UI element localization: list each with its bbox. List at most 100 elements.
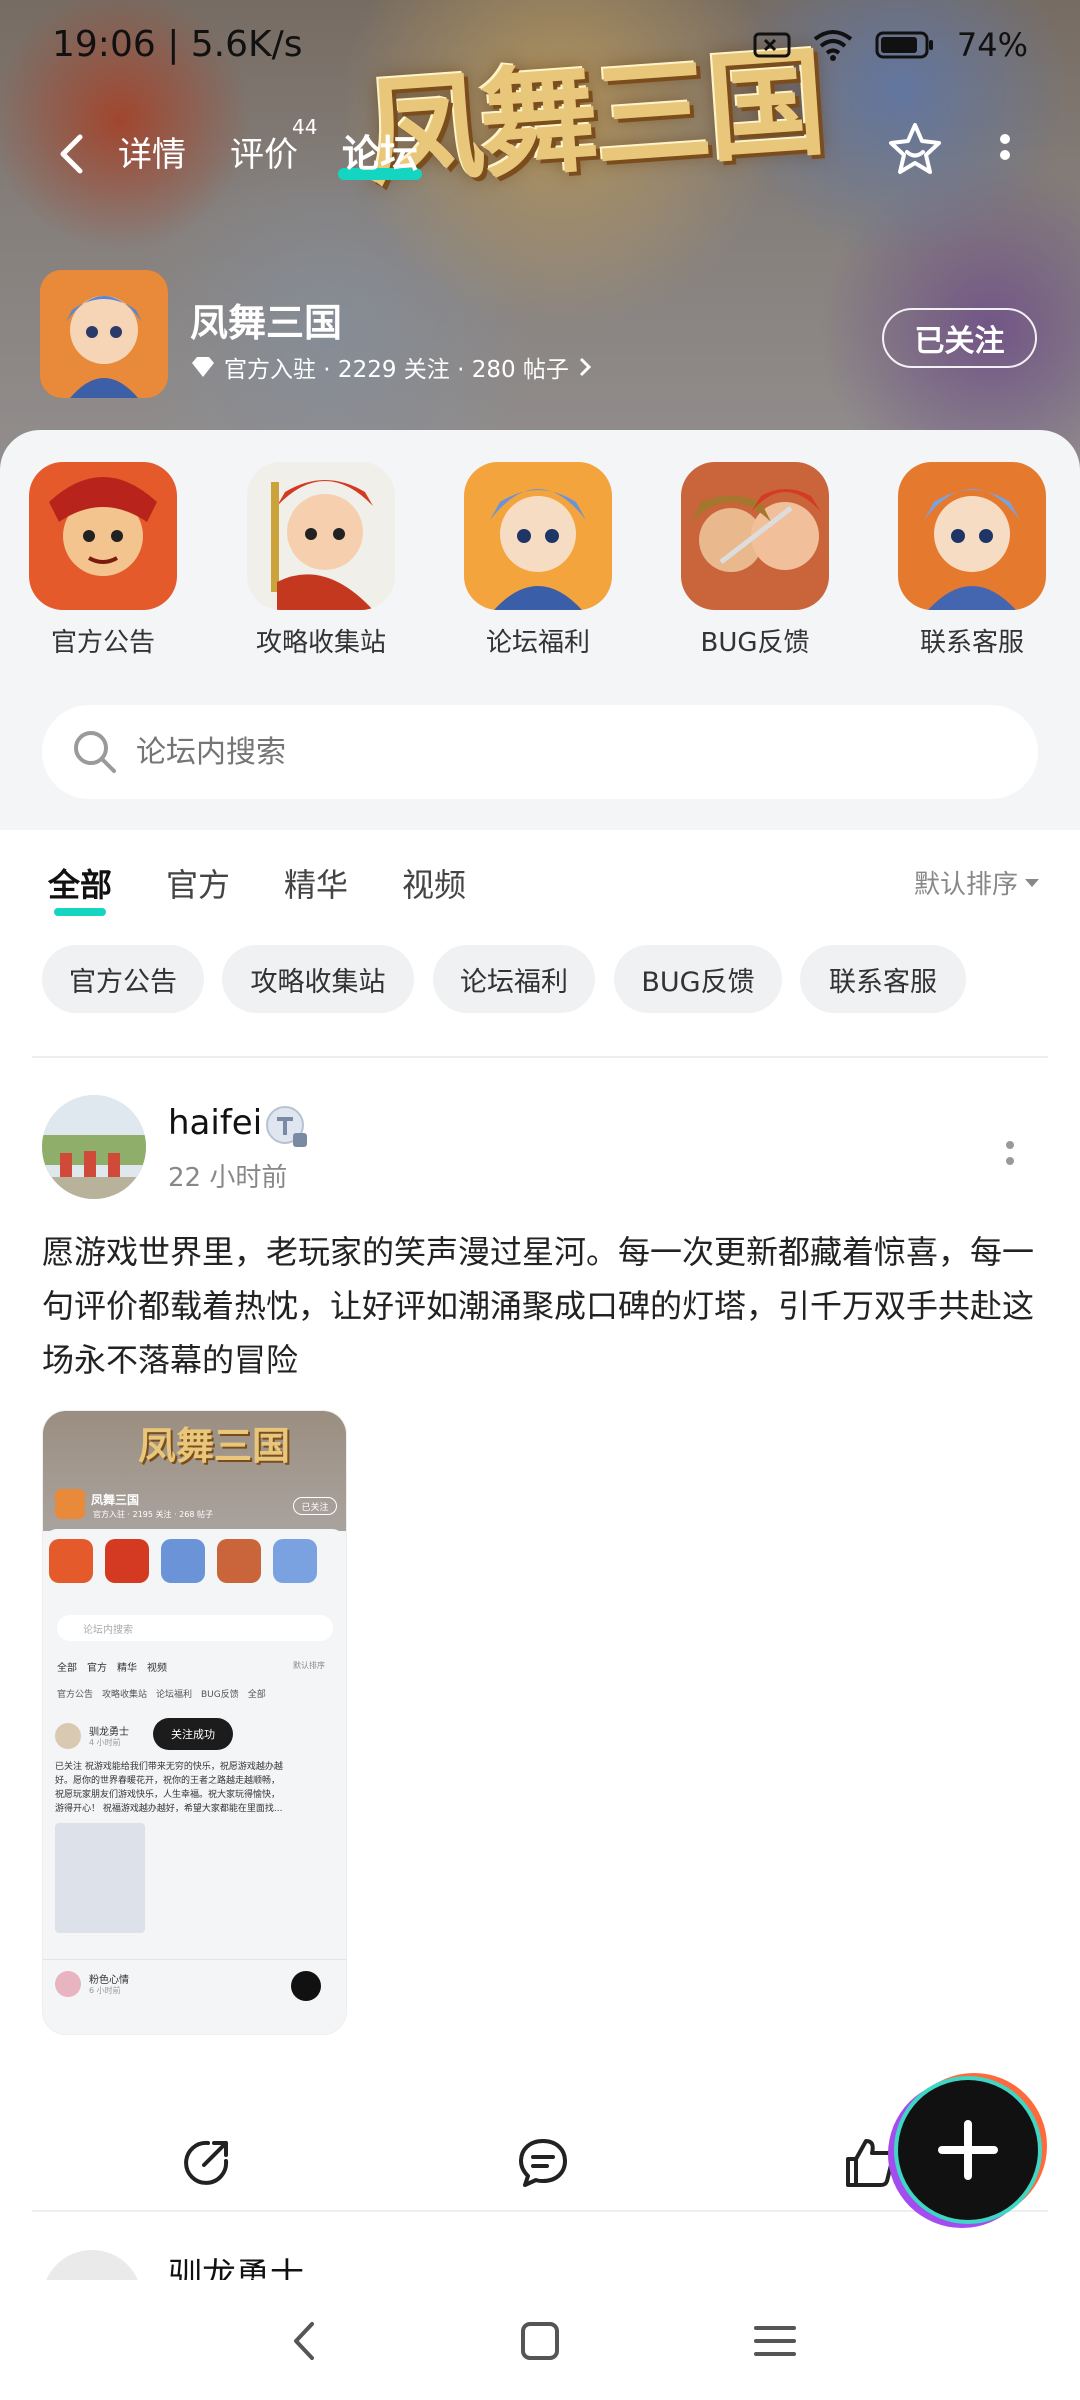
post-more-icon[interactable] [1000, 1135, 1020, 1175]
game-stats-text: 官方入驻 · 2229 关注 · 280 帖子 [224, 357, 569, 383]
thumb-meta: 官方入驻 · 2195 关注 · 268 帖子 [93, 1510, 213, 1519]
post-username[interactable]: haifei [168, 1103, 262, 1143]
thumb-fab [291, 1971, 321, 2001]
status-time: 19:06 | 5.6K/s [52, 24, 303, 65]
system-back-icon[interactable] [280, 2316, 330, 2366]
thumb-nested-image [55, 1823, 145, 1933]
guides-image [247, 462, 395, 610]
thumb-sort: 默认排序 [293, 1661, 325, 1670]
quick-link-bug-report[interactable]: BUG反馈 [680, 462, 830, 659]
chip-guides[interactable]: 攻略收集站 [222, 945, 414, 1013]
system-home-icon[interactable] [515, 2316, 565, 2366]
forum-header-sheet: 官方公告 攻略收集站 论坛福利 BUG反馈 联系客服 [0, 430, 1080, 830]
announcements-image [29, 462, 177, 610]
thumb-search-text: 论坛内搜索 [83, 1625, 133, 1636]
forum-search-box[interactable] [42, 705, 1038, 799]
category-chips: 官方公告 攻略收集站 论坛福利 BUG反馈 联系客服 [0, 945, 1080, 1015]
thumb-user2: 粉色心情 [89, 1975, 129, 1986]
bug-report-image [681, 462, 829, 610]
thumb-title: 凤舞三国 [91, 1493, 140, 1507]
support-image [898, 462, 1046, 610]
thumb-user1: 驯龙勇士 [89, 1727, 129, 1738]
battery-icon [875, 31, 933, 59]
reviews-count-badge: 44 [292, 115, 318, 139]
game-app-icon[interactable] [40, 270, 168, 398]
tab-forum[interactable]: 论坛 [337, 123, 423, 180]
status-bar: 19:06 | 5.6K/s 74% [0, 0, 1080, 95]
thumb-line: 已关注 祝游戏能给我们带来无穷的快乐，祝愿游戏越办越 [55, 1762, 283, 1772]
quick-link-label: 攻略收集站 [255, 628, 386, 658]
post-time: 22 小时前 [168, 1163, 288, 1193]
thumb-time2: 6 小时前 [89, 1986, 121, 1995]
game-info: 凤舞三国 官方入驻 · 2229 关注 · 280 帖子 已关注 [0, 270, 1080, 400]
divider [32, 1056, 1048, 1058]
thumb-toast: 关注成功 [153, 1718, 233, 1750]
thumb-logo: 凤舞三国 [138, 1423, 291, 1468]
user-level-badge-icon [266, 1106, 307, 1147]
quick-link-label: 论坛福利 [485, 628, 590, 658]
next-post-card[interactable]: 驯龙勇士 [0, 2250, 1080, 2280]
more-vertical-icon[interactable] [990, 125, 1020, 181]
divider [32, 2210, 1048, 2212]
filter-tab-video[interactable]: 视频 [402, 860, 466, 906]
chip-benefits[interactable]: 论坛福利 [433, 945, 595, 1013]
thumb-follow: 已关注 [293, 1497, 337, 1515]
create-post-button[interactable] [898, 2080, 1038, 2220]
thumb-line: 祝愿玩家朋友们游戏快乐，人生幸福。祝大家玩得愉快， [55, 1790, 281, 1800]
thumb-chips: 官方公告 攻略收集站 论坛福利 BUG反馈 全部 [57, 1690, 266, 1700]
comment-icon[interactable] [515, 2135, 571, 2191]
thumb-game-icon [55, 1489, 85, 1519]
favorite-star-icon[interactable] [884, 119, 946, 181]
status-icons: 74% [753, 26, 1028, 64]
avatar[interactable] [42, 2250, 142, 2280]
tab-details[interactable]: 详情 [118, 127, 186, 176]
quick-link-guides[interactable]: 攻略收集站 [246, 462, 396, 659]
avatar[interactable] [42, 1095, 146, 1199]
chip-announcements[interactable]: 官方公告 [42, 945, 204, 1013]
game-stats[interactable]: 官方入驻 · 2229 关注 · 280 帖子 [190, 350, 593, 384]
share-icon[interactable] [178, 2135, 234, 2191]
chevron-right-icon [579, 357, 592, 377]
thumb-quick-links [49, 1539, 317, 1583]
thumb-avatar2 [55, 1971, 81, 1997]
tab-reviews[interactable]: 评价 [230, 127, 298, 176]
search-input[interactable] [136, 734, 936, 770]
like-thumb-icon[interactable] [842, 2135, 898, 2191]
filter-tab-all[interactable]: 全部 [48, 860, 112, 916]
system-navigation-bar [0, 2280, 1080, 2400]
thumb-line: 好。愿你的世界春暖花开，祝你的王者之路越走越顺畅， [55, 1776, 281, 1786]
back-arrow-icon[interactable] [48, 129, 98, 179]
sort-dropdown[interactable]: 默认排序 [914, 864, 1040, 901]
quick-link-benefits[interactable]: 论坛福利 [463, 462, 613, 659]
quick-link-support[interactable]: 联系客服 [897, 462, 1047, 659]
filter-tab-featured[interactable]: 精华 [284, 860, 348, 906]
post-content[interactable]: 愿游戏世界里，老玩家的笑声漫过星河。每一次更新都藏着惊喜，每一句评价都载着热忱，… [42, 1225, 1042, 1387]
filter-tab-official[interactable]: 官方 [166, 860, 230, 906]
wifi-icon [813, 30, 853, 61]
search-icon [74, 731, 116, 773]
system-menu-icon[interactable] [750, 2316, 800, 2366]
thumb-line: 游得开心！ 祝福游戏越办越好，希望大家都能在里面找... [55, 1804, 283, 1814]
quick-link-label: 联系客服 [919, 628, 1024, 658]
caret-down-icon [1025, 878, 1039, 887]
quick-link-label: 官方公告 [50, 628, 155, 658]
top-nav: 详情 评价 44 论坛 [0, 115, 1080, 195]
diamond-verified-icon [192, 357, 214, 377]
filter-tabs: 全部 官方 精华 视频 默认排序 [0, 830, 1080, 930]
post-image-screenshot[interactable]: 凤舞三国 凤舞三国 官方入驻 · 2195 关注 · 268 帖子 已关注 论坛… [42, 1410, 347, 2035]
post-username[interactable]: 驯龙勇士 [168, 2250, 304, 2280]
chip-bug-report[interactable]: BUG反馈 [614, 945, 782, 1013]
quick-link-label: BUG反馈 [700, 628, 810, 658]
thumb-tabs: 全部 官方 精华 视频 [57, 1663, 167, 1674]
battery-percent: 74% [956, 26, 1028, 64]
sim-icon [753, 32, 791, 58]
plus-icon [938, 2120, 998, 2180]
thumb-time1: 4 小时前 [89, 1738, 121, 1747]
chip-support[interactable]: 联系客服 [800, 945, 966, 1013]
sort-label: 默认排序 [913, 870, 1018, 900]
game-title: 凤舞三国 [190, 301, 343, 345]
thumb-avatar [55, 1723, 81, 1749]
followed-button[interactable]: 已关注 [882, 308, 1037, 368]
benefits-image [464, 462, 612, 610]
quick-link-announcements[interactable]: 官方公告 [28, 462, 178, 659]
